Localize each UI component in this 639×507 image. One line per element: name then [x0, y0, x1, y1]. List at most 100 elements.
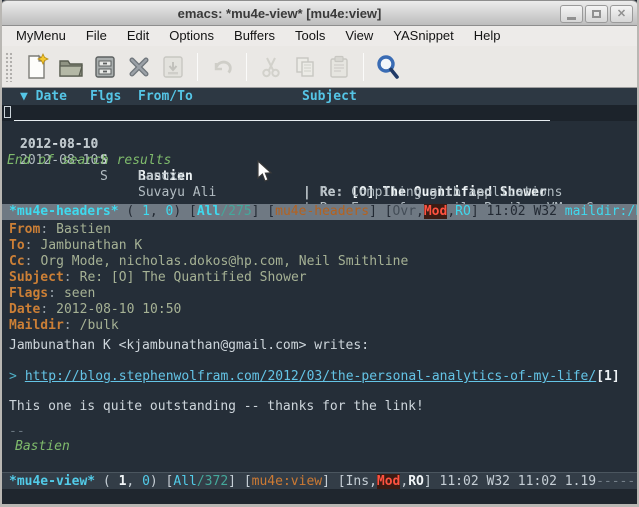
line-number: 1: [142, 204, 150, 219]
modeline-buffer-name: *mu4e-view*: [9, 474, 95, 489]
message-row-selected[interactable]: 2012-08-10 S Bastien |Re: [O] The Quanti…: [2, 105, 637, 121]
menu-tools[interactable]: Tools: [285, 26, 335, 46]
column-date[interactable]: ▼ Date: [20, 88, 67, 105]
save-button[interactable]: [89, 51, 121, 83]
close-button[interactable]: ✕: [610, 5, 633, 23]
cut-button[interactable]: [255, 51, 287, 83]
message-row[interactable]: 2012-08-10 S Suvayu Ali |Re: Emacs for e…: [2, 137, 637, 153]
modeline-filler: ----------------------: [596, 474, 637, 489]
field-from: From:Bastien: [2, 222, 637, 238]
emacs-frame: ▼ Date Flgs From/To Subject 2012-08-10 S…: [2, 88, 637, 504]
menu-yasnippet[interactable]: YASnippet: [383, 26, 463, 46]
column-subject[interactable]: Subject: [302, 88, 357, 105]
row-from: Suvayu Ali: [138, 185, 216, 201]
field-flags: Flags:seen: [2, 286, 637, 302]
delete-x-icon: [126, 54, 152, 80]
echo-area[interactable]: [2, 489, 637, 504]
body-link[interactable]: http://blog.stephenwolfram.com/2012/03/t…: [25, 369, 596, 384]
line-count: /372: [197, 474, 228, 489]
new-file-button[interactable]: [21, 51, 53, 83]
major-mode: mu4e-headers: [275, 204, 369, 219]
row-subject: Re: Compiling glib applications: [320, 185, 563, 200]
paste-clipboard-icon: [326, 54, 352, 80]
delete-buffer-button[interactable]: [123, 51, 155, 83]
body-attribution: Jambunathan K <kjambunathan@gmail.com> w…: [2, 338, 637, 354]
menu-edit[interactable]: Edit: [117, 26, 159, 46]
major-mode: mu4e:view: [252, 474, 322, 489]
cut-scissors-icon: [258, 54, 284, 80]
toolbar-drag-handle[interactable]: [5, 52, 12, 82]
readonly-flag: RO: [408, 474, 424, 489]
position-indicator: All: [173, 474, 196, 489]
modeline-view[interactable]: *mu4e-view* ( 1, 0) [All/372] [mu4e:view…: [2, 472, 637, 489]
field-date: Date:2012-08-10 10:50: [2, 302, 637, 318]
maildir-indicator: maildir:/bulk: [565, 204, 637, 219]
readonly-flag: RO: [455, 204, 471, 219]
minimize-button[interactable]: [560, 5, 583, 23]
signature-separator: --: [2, 424, 637, 440]
modified-flag: Mod: [377, 474, 400, 489]
copy-icon: [292, 54, 318, 80]
close-icon: ✕: [617, 9, 626, 20]
column-from[interactable]: From/To: [138, 88, 193, 105]
title-bar[interactable]: emacs: *mu4e-view* [mu4e:view] ✕: [0, 0, 639, 26]
toolbar-separator: [363, 53, 364, 81]
insert-flag: Ins: [346, 474, 369, 489]
field-subject: Subject:Re: [O] The Quantified Shower: [2, 270, 637, 286]
line-count: /275: [220, 204, 251, 219]
search-icon: [374, 53, 402, 81]
tool-bar: [2, 46, 637, 88]
subject-separator: |: [303, 185, 311, 200]
modified-flag: Mod: [424, 204, 447, 219]
field-cc: Cc:Org Mode, nicholas.dokos@hp.com, Neil…: [2, 254, 637, 270]
copy-button[interactable]: [289, 51, 321, 83]
body-quote-line: > http://blog.stephenwolfram.com/2012/03/…: [2, 369, 637, 385]
minimize-icon: [567, 17, 576, 20]
menu-mymenu[interactable]: MyMenu: [6, 26, 76, 46]
window-title: emacs: *mu4e-view* [mu4e:view]: [1, 6, 558, 21]
clock: 11:02 W32: [486, 204, 564, 219]
undo-icon: [208, 54, 236, 80]
row-flags: S: [100, 169, 108, 185]
menu-options[interactable]: Options: [159, 26, 224, 46]
column-flags[interactable]: Flgs: [90, 88, 121, 105]
headers-column-header[interactable]: ▼ Date Flgs From/To Subject: [2, 88, 637, 105]
message-row[interactable]: 2012-08-10 S Lanoxx |Re: Compiling glib …: [2, 121, 637, 137]
menu-buffers[interactable]: Buffers: [224, 26, 285, 46]
footnote-ref: [1]: [596, 369, 619, 384]
modeline-headers[interactable]: *mu4e-headers* ( 1, 0) [All/275] [mu4e-h…: [2, 204, 637, 220]
undo-button[interactable]: [206, 51, 238, 83]
toolbar-separator: [197, 53, 198, 81]
clock: 11:02 W32 11:02 1.19: [440, 474, 597, 489]
menu-view[interactable]: View: [335, 26, 383, 46]
menu-bar: MyMenu File Edit Options Buffers Tools V…: [2, 26, 637, 46]
save-icon: [92, 54, 118, 80]
row-from: Lanoxx: [138, 169, 185, 185]
new-file-icon: [24, 53, 50, 81]
overwrite-flag: Ovr: [393, 204, 416, 219]
window-controls: ✕: [560, 5, 633, 23]
body-text: This one is quite outstanding -- thanks …: [2, 399, 637, 415]
signature: Bastien: [2, 439, 637, 455]
save-as-icon: [160, 54, 186, 80]
maximize-icon: [592, 10, 601, 18]
modeline-buffer-name: *mu4e-headers*: [9, 204, 119, 219]
end-of-search-results: End of search results: [2, 153, 637, 169]
save-as-button[interactable]: [157, 51, 189, 83]
field-maildir: Maildir:/bulk: [2, 318, 637, 334]
search-button[interactable]: [372, 51, 404, 83]
text-cursor: [4, 106, 11, 118]
maximize-button[interactable]: [585, 5, 608, 23]
position-indicator: All: [197, 204, 220, 219]
mouse-pointer: [257, 160, 273, 183]
menu-file[interactable]: File: [76, 26, 117, 46]
column-number: 0: [142, 474, 150, 489]
paste-button[interactable]: [323, 51, 355, 83]
open-folder-icon: [57, 54, 85, 80]
emacs-window: emacs: *mu4e-view* [mu4e:view] ✕ MyMenu …: [0, 0, 639, 507]
toolbar-separator: [246, 53, 247, 81]
menu-help[interactable]: Help: [464, 26, 511, 46]
open-file-button[interactable]: [55, 51, 87, 83]
quote-prefix: >: [9, 369, 17, 384]
field-to: To:Jambunathan K: [2, 238, 637, 254]
